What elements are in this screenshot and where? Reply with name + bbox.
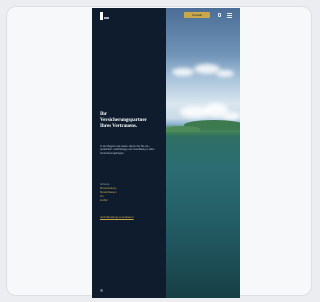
contact-info: Adresse Musterstrasse Musterhausen Tel. … (100, 183, 162, 203)
header-cta-button[interactable]: Kontakt (184, 12, 210, 18)
footer-icon (100, 289, 103, 292)
hero-description: In der Region seit vielen Jahren für Sie… (100, 145, 155, 155)
hero-title-line: Ihres Vertrauens. (100, 124, 138, 129)
info-line[interactable]: E-Mail (100, 199, 162, 203)
logo-mark[interactable] (100, 12, 103, 20)
hero-title: Ihr Versicherungspartner Ihres Vertrauen… (100, 112, 164, 130)
hero-cta-link[interactable]: Jetzt Beratung vereinbaren (100, 215, 134, 219)
website-preview: Ihr Versicherungspartner Ihres Vertrauen… (92, 8, 240, 298)
phone-icon[interactable] (218, 13, 221, 17)
logo-text (104, 17, 109, 19)
hero-image-lake (166, 8, 240, 298)
hero-panel: Ihr Versicherungspartner Ihres Vertrauen… (92, 8, 166, 298)
menu-icon[interactable] (227, 13, 232, 18)
